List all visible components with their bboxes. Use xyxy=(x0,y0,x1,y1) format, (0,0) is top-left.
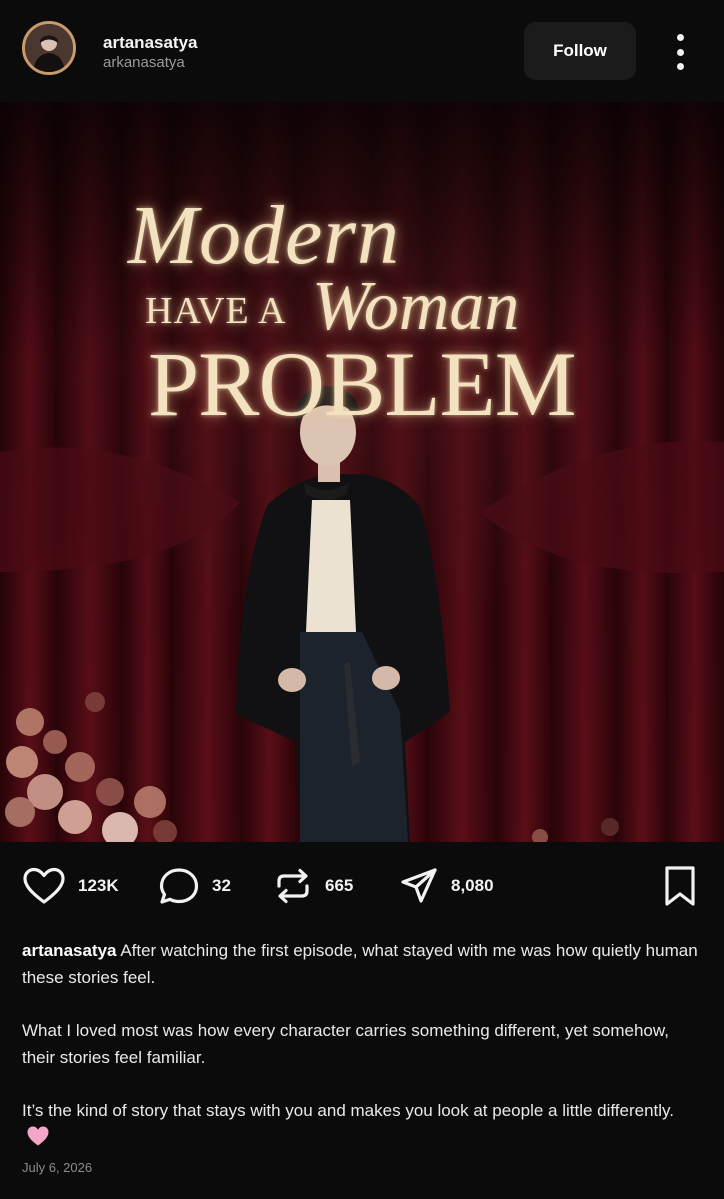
comment-button[interactable]: 32 xyxy=(158,864,231,908)
post-caption: artanasatya After watching the first epi… xyxy=(22,937,702,1151)
share-count: 8,080 xyxy=(451,876,494,895)
repost-count: 665 xyxy=(325,876,354,895)
bookmark-button[interactable] xyxy=(662,864,698,908)
heart-icon xyxy=(23,867,65,904)
user-handle: arkanasatya xyxy=(103,54,185,71)
bookmark-icon xyxy=(665,866,695,906)
repost-icon xyxy=(277,868,309,904)
share-button[interactable]: 8,080 xyxy=(399,864,494,908)
comment-icon xyxy=(159,868,199,904)
like-button[interactable]: 123K xyxy=(22,864,119,908)
repost-button[interactable]: 665 xyxy=(273,864,353,908)
caption-paragraph-1: artanasatya After watching the first epi… xyxy=(22,937,702,991)
more-options-button[interactable] xyxy=(668,34,692,70)
caption-text-1: After watching the first episode, what s… xyxy=(22,941,698,987)
post-actions: 123K 32 665 8,080 xyxy=(0,842,724,932)
caption-paragraph-3: It’s the kind of story that stays with y… xyxy=(22,1097,702,1151)
caption-username[interactable]: artanasatya xyxy=(22,941,117,960)
caption-text-3: It’s the kind of story that stays with y… xyxy=(22,1101,675,1120)
comment-count: 32 xyxy=(212,876,231,895)
username[interactable]: artanasatya xyxy=(103,33,198,53)
post-header: artanasatya arkanasatya Follow xyxy=(0,0,724,102)
follow-button[interactable]: Follow xyxy=(524,22,636,80)
user-info: artanasatya arkanasatya xyxy=(103,33,198,72)
curtain-backdrop xyxy=(0,102,724,842)
post-date: July 6, 2026 xyxy=(22,1160,93,1175)
caption-paragraph-2: What I loved most was how every characte… xyxy=(22,1021,669,1067)
avatar[interactable] xyxy=(22,21,76,75)
send-icon xyxy=(401,868,437,903)
more-vertical-icon xyxy=(676,34,684,41)
like-count: 123K xyxy=(78,876,119,895)
post-image[interactable]: Modern HAVE A Woman PROBLEM xyxy=(0,102,724,842)
pink-heart-icon xyxy=(27,1126,49,1146)
